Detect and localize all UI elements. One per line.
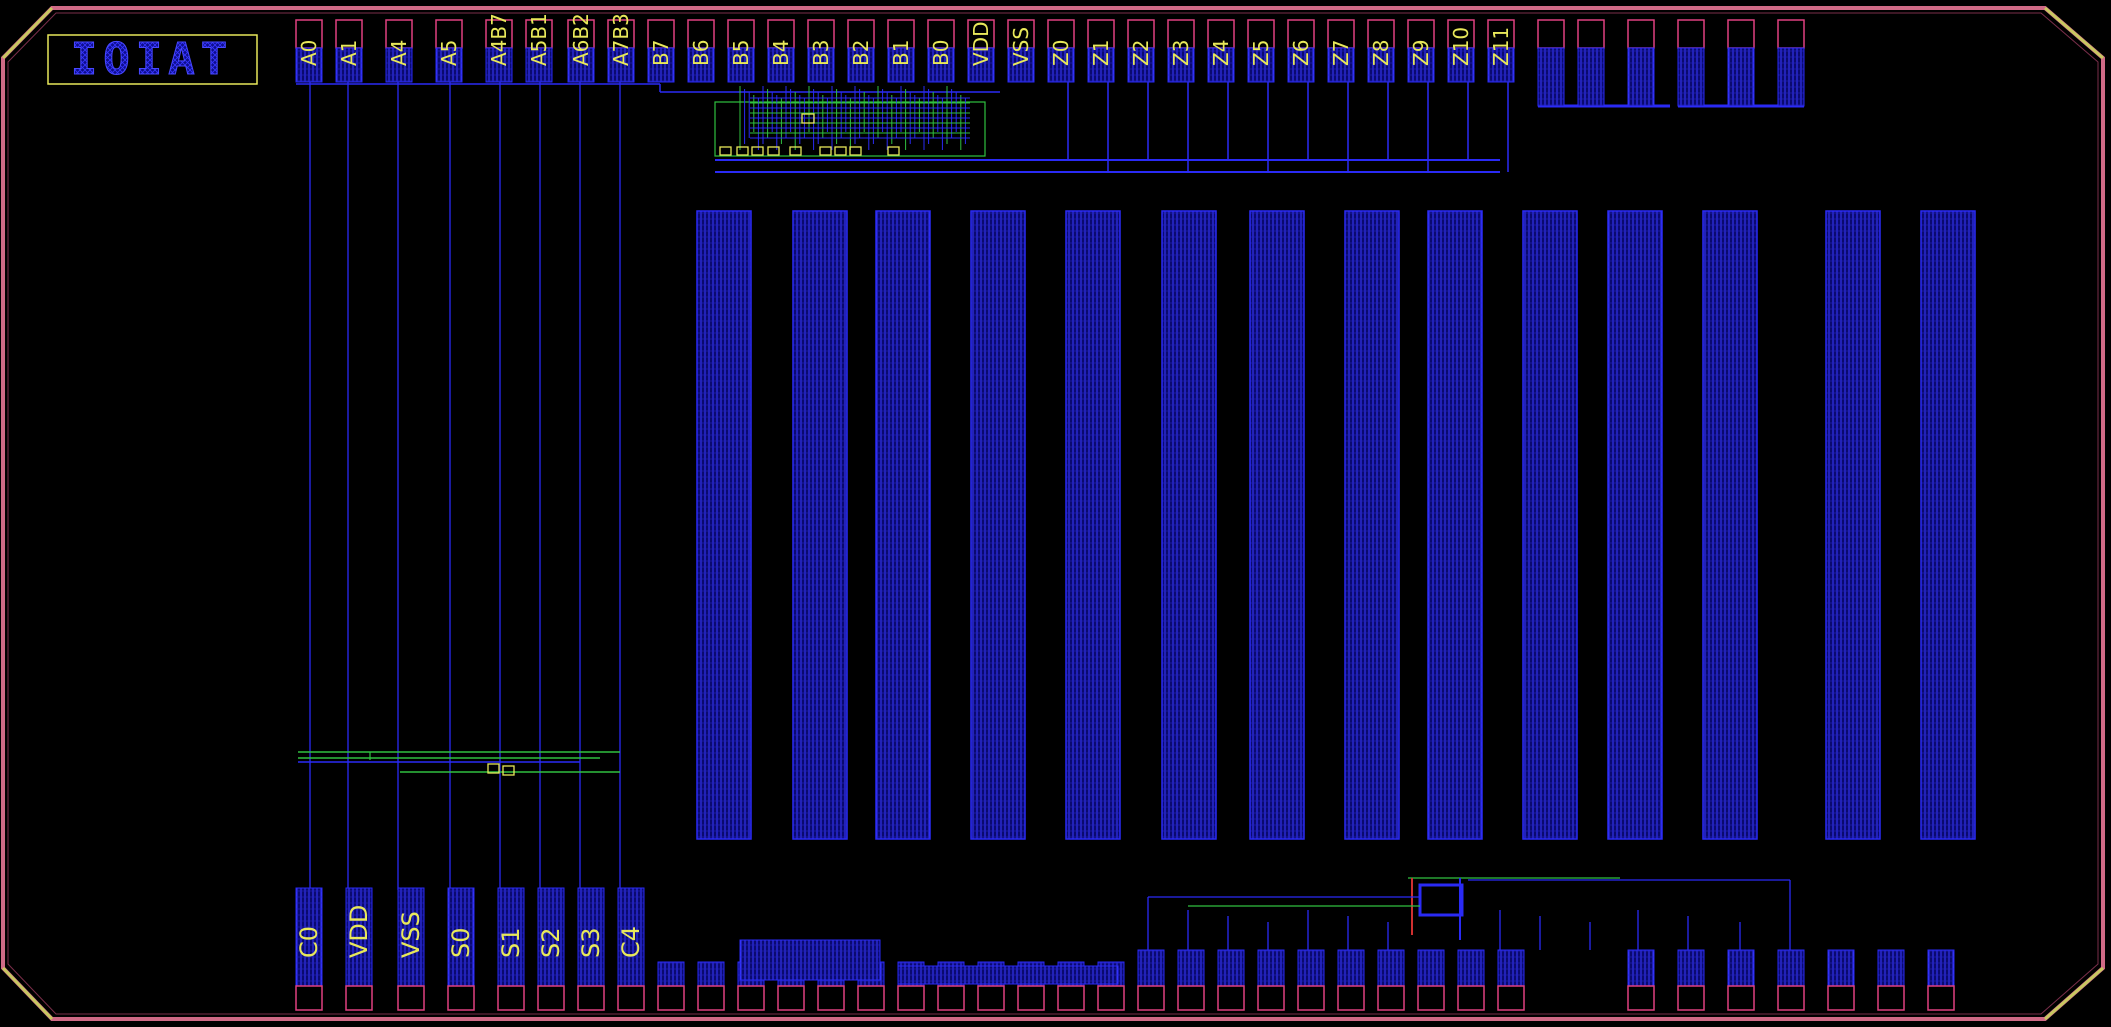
array-column [1607,210,1663,840]
pad-stem [1777,47,1805,107]
pad-label: A6B2 [569,13,593,66]
pad-label: S1 [497,927,525,958]
pad-label: Z6 [1289,40,1313,66]
array-column [792,210,848,840]
pad-stem [697,961,725,987]
pad-label: A4 [387,40,411,66]
logo-block: IOIAT [47,34,258,86]
pad-label: A4B7 [487,13,511,66]
pad-stem [1777,949,1805,987]
top-pad: A4B7 [485,13,513,83]
pad-label: Z9 [1409,40,1433,66]
canvas-background [0,0,2111,1027]
pad-label: Z5 [1249,40,1273,66]
pad-stem [1677,47,1705,107]
array-column [1702,210,1758,840]
pad-label: Z2 [1129,40,1153,66]
pad-stem [1457,949,1485,987]
pad-stem [1257,949,1285,987]
pad-stem [1297,949,1325,987]
pad-label: C0 [295,926,323,958]
pad-stem [1727,949,1755,987]
pad-label: B6 [689,40,713,66]
pad-label: Z1 [1089,40,1113,66]
pad-stem [1927,949,1955,987]
top-pad: VSS [1007,19,1035,83]
pad-label: S0 [447,927,475,958]
pad-stem [1827,949,1855,987]
pad-label: Z0 [1049,40,1073,66]
pad-label: A5B1 [527,13,551,66]
array-column [970,210,1026,840]
array-column [875,210,931,840]
pad-label: A1 [337,40,361,66]
array-column [1825,210,1881,840]
pad-label: A0 [297,40,321,66]
array-column [696,210,752,840]
bottom-logic-block [739,939,881,981]
pad-label: VSS [397,911,425,958]
pad-label: B0 [929,40,953,66]
array-column [1344,210,1400,840]
pad-label: Z10 [1449,27,1473,66]
array-column [1522,210,1578,840]
pad-stem [1337,949,1365,987]
top-pad: A6B2 [567,13,595,83]
pad-stem [1677,949,1705,987]
pad-stem [657,961,685,987]
chip-layout-view: IOIAT A0 A1 A4 A5 A4B7 A5B1 A6B2 A7B3 B7 B6 B5 B4 B3… [0,0,2111,1027]
pad-label: Z11 [1489,27,1513,66]
pad-label: B1 [889,40,913,66]
pad-stem [1627,47,1655,107]
pad-label: B2 [849,40,873,66]
logo-text: IOIAT [71,34,233,85]
array-column [1249,210,1305,840]
pad-label: S2 [537,927,565,958]
pad-label: VSS [1009,27,1033,66]
pad-stem [1627,949,1655,987]
array-column [1427,210,1483,840]
pad-label: S3 [577,927,605,958]
pad-label: VDD [345,905,373,958]
pad-label: A5 [437,40,461,66]
pad-stem [1177,949,1205,987]
pad-label: VDD [969,22,993,66]
array-column [1161,210,1217,840]
pad-stem [1377,949,1405,987]
pad-label: B3 [809,40,833,66]
pad-label: B7 [649,40,673,66]
top-pad: A7B3 [607,13,635,83]
pad-stem [1417,949,1445,987]
pad-stem [1537,47,1565,107]
pad-label: B4 [769,40,793,66]
top-pad: A5B1 [525,13,553,83]
pad-stem [1137,949,1165,987]
top-pad: Z10 [1447,19,1475,83]
array-column [1920,210,1976,840]
pad-label: C4 [617,926,645,958]
top-pad: Z11 [1487,19,1515,83]
bottom-logic-block [897,965,1119,985]
pad-label: Z7 [1329,40,1353,66]
pad-label: Z8 [1369,40,1393,66]
top-pad: VDD [967,19,995,83]
pad-stem [1217,949,1245,987]
array-column [1065,210,1121,840]
pad-stem [1577,47,1605,107]
pad-label: Z3 [1169,40,1193,66]
pad-label: A7B3 [609,13,633,66]
pad-stem [1877,949,1905,987]
pad-stem [1497,949,1525,987]
pad-stem [1727,47,1755,107]
pad-label: Z4 [1209,40,1233,66]
pad-label: B5 [729,40,753,66]
